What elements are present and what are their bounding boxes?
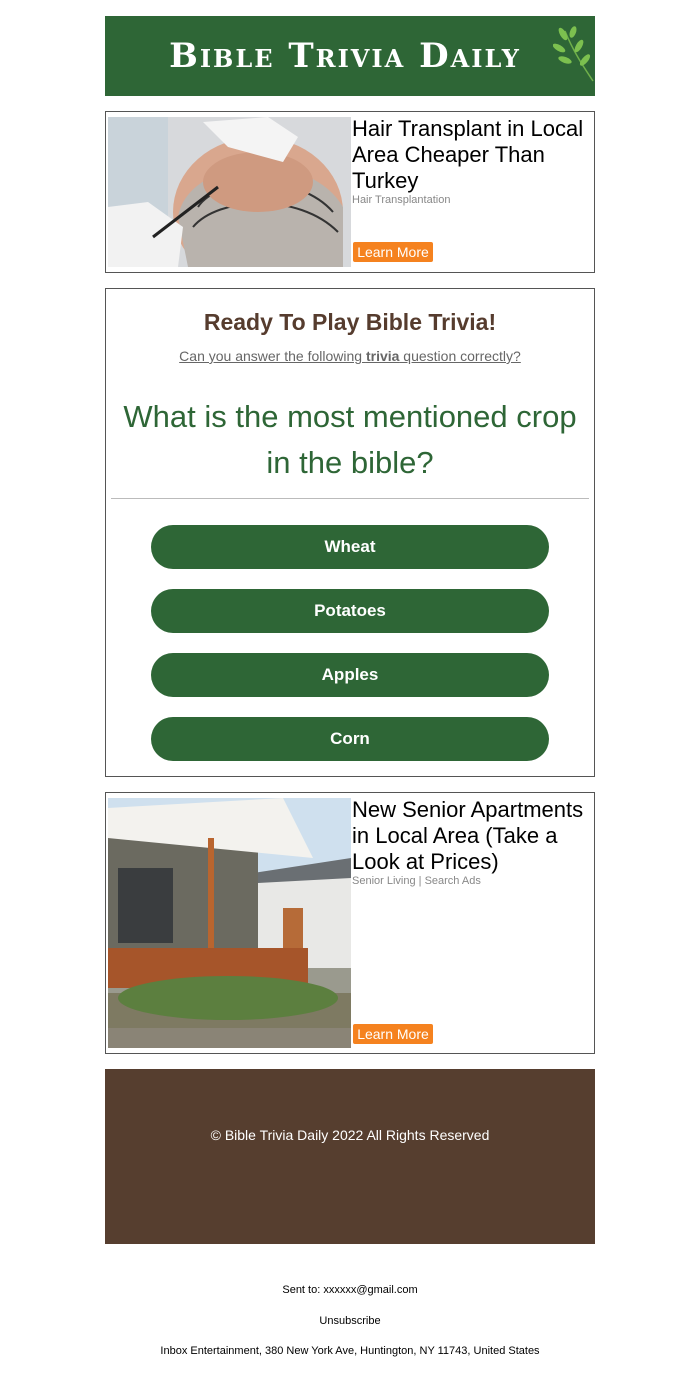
footer: © Bible Trivia Daily 2022 All Rights Res… — [105, 1069, 595, 1244]
quiz-subheading-after: question correctly? — [399, 348, 521, 364]
learn-more-button[interactable]: Learn More — [353, 242, 433, 262]
trivia-card: Ready To Play Bible Trivia! Can you answ… — [105, 288, 595, 777]
sent-to-label: Sent to: — [282, 1284, 324, 1296]
trivia-question: What is the most mentioned crop in the b… — [123, 399, 577, 480]
sponsored-ad-hair-transplant[interactable]: Hair Transplant in Local Area Cheaper Th… — [105, 111, 595, 273]
divider — [111, 498, 589, 499]
senior-apartment-photo[interactable] — [108, 798, 351, 1048]
ad-sponsor-label: Hair Transplantation — [352, 194, 451, 206]
quiz-subheading-before: Can you answer the following — [179, 348, 366, 364]
unsubscribe-link[interactable]: Unsubscribe — [0, 1315, 700, 1327]
sent-to-email[interactable]: xxxxxx@gmail.com — [323, 1284, 417, 1296]
quiz-heading: Ready To Play Bible Trivia! — [203, 309, 497, 335]
ad-headline[interactable]: New Senior Apartments in Local Area (Tak… — [352, 797, 588, 875]
site-logo[interactable]: Bible Trivia Daily — [169, 36, 521, 76]
copyright-text: © Bible Trivia Daily 2022 All Rights Res… — [210, 1127, 490, 1143]
ad-headline[interactable]: Hair Transplant in Local Area Cheaper Th… — [352, 116, 588, 194]
answer-button-corn[interactable]: Corn — [151, 717, 549, 761]
sponsored-ad-senior-apartments[interactable]: New Senior Apartments in Local Area (Tak… — [105, 792, 595, 1054]
hair-transplant-photo[interactable] — [108, 117, 351, 267]
olive-branch-icon — [553, 26, 594, 82]
answer-button-apples[interactable]: Apples — [151, 653, 549, 697]
learn-more-button[interactable]: Learn More — [353, 1024, 433, 1044]
answer-button-potatoes[interactable]: Potatoes — [151, 589, 549, 633]
header-banner: Bible Trivia Daily — [105, 16, 595, 96]
quiz-subheading-bold: trivia — [365, 348, 400, 364]
quiz-subheading: Can you answer the following trivia ques… — [106, 348, 594, 364]
ad-sponsor-label: Senior Living | Search Ads — [352, 875, 481, 887]
answer-button-wheat[interactable]: Wheat — [151, 525, 549, 569]
mailing-address: Inbox Entertainment, 380 New York Ave, H… — [160, 1345, 540, 1357]
sent-to-line: Sent to: xxxxxx@gmail.com — [0, 1284, 700, 1296]
